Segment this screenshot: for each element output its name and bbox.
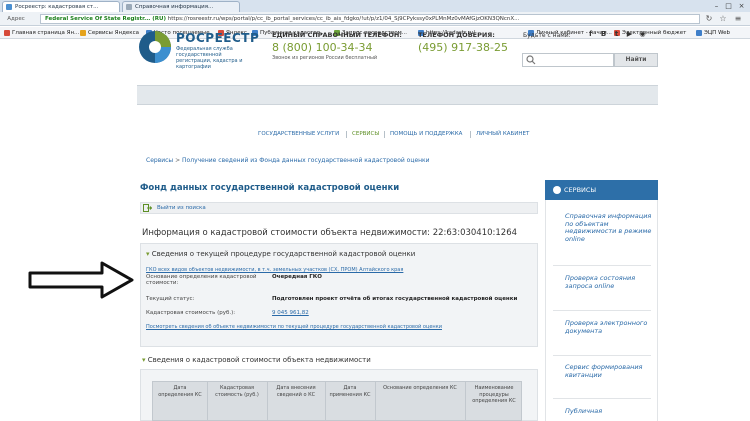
hotline-note: Звонок из регионов России бесплатный — [272, 55, 378, 61]
field-label-status: Текущий статус: — [146, 296, 195, 302]
browser-tab-2[interactable]: Справочная информация... — [122, 1, 240, 12]
arrow-annotation-icon — [28, 261, 134, 299]
vk-icon[interactable]: В — [599, 30, 608, 39]
hotline-number: 8 (800) 100-34-34 — [272, 41, 373, 54]
trust-phone-number: (495) 917-38-25 — [418, 41, 509, 54]
menu-icon[interactable]: ≡ — [733, 14, 743, 24]
collapse-icon: ▾ — [142, 356, 146, 364]
table-header-cell[interactable]: Наименование процедуры определения КС — [468, 385, 520, 405]
field-label-basis: Основание определения кадастровой стоимо… — [146, 274, 257, 286]
breadcrumb-root[interactable]: Сервисы — [146, 157, 173, 164]
table-header-cell[interactable]: Дата внесения сведений о КС — [270, 385, 322, 398]
sidebar-item-reference-info[interactable]: Справочная информация по объектам недвиж… — [565, 212, 653, 243]
nav-item-cabinet[interactable]: ЛИЧНЫЙ КАБИНЕТ — [476, 131, 529, 137]
nav-item-services[interactable]: СЕРВИСЫ — [352, 131, 379, 137]
browser-titlebar: Росреестр: кадастровая ст... Справочная … — [0, 0, 750, 12]
tab-title: Справочная информация... — [135, 4, 214, 10]
bookmark-item[interactable]: ЭЦП Web — [696, 29, 730, 37]
view-object-info-link[interactable]: Посмотреть сведения об объекте недвижимо… — [146, 324, 442, 330]
collapse-icon: ▾ — [146, 250, 150, 258]
table-header-cell[interactable]: Основание определения КС — [378, 385, 462, 392]
bookmark-icon — [4, 30, 10, 36]
rss-icon[interactable]: ◉ — [638, 30, 647, 39]
services-icon — [553, 186, 561, 194]
field-value-basis: Очередная ГКО — [272, 274, 322, 280]
nav-separator — [384, 131, 385, 138]
hotline-label: ЕДИНЫЙ СПРАВОЧНЫЙ ТЕЛЕФОН: — [272, 31, 402, 39]
nav-separator — [346, 131, 347, 138]
nav-item-gov-services[interactable]: ГОСУДАРСТВЕННЫЕ УСЛУГИ — [258, 131, 339, 137]
bookmark-item[interactable]: Сервисы Яндекса — [80, 29, 139, 37]
gko-link[interactable]: ГКО всех видов объектов недвижимости, в … — [146, 267, 403, 273]
table-header-cell[interactable]: Кадастровая стоимость (руб.) — [210, 385, 264, 398]
search-icon — [526, 55, 536, 65]
current-procedure-panel — [140, 243, 538, 347]
table-header-cell[interactable]: Дата применения КС — [328, 385, 372, 398]
exit-search-link[interactable]: Выйти из поиска — [140, 202, 538, 214]
url-site: Federal Service Of State Registr... (RU) — [45, 16, 167, 22]
page-title: Фонд данных государственной кадастровой … — [140, 183, 400, 193]
breadcrumb: Сервисы > Получение сведений из Фонда да… — [146, 157, 430, 164]
facebook-icon[interactable]: f — [586, 30, 595, 39]
rosreestr-logo-icon[interactable] — [138, 30, 172, 64]
nav-separator — [470, 131, 471, 138]
sidebar-divider — [553, 398, 651, 399]
trust-phone-label: ТЕЛЕФОН ДОВЕРИЯ: — [418, 31, 495, 39]
logo-subtitle: Федеральная служба государственной регис… — [176, 46, 243, 70]
cadastral-cost-value[interactable]: 9 045 961,82 — [272, 310, 309, 316]
youtube-icon[interactable]: ▶ — [625, 30, 634, 39]
breadcrumb-separator: > — [175, 157, 181, 164]
close-icon[interactable]: × — [737, 2, 746, 10]
url-text: https://rosreestr.ru/wps/portal/p/cc_ib_… — [167, 16, 520, 22]
sidebar-item-receipt[interactable]: Сервис формирования квитанции — [565, 363, 653, 379]
minimize-icon[interactable]: – — [712, 2, 721, 10]
tab-title: Росреестр: кадастровая ст... — [15, 4, 99, 10]
field-value-status: Подготовлен проект отчёта об итогах госу… — [272, 296, 518, 302]
info-title: Информация о кадастровой стоимости объек… — [142, 228, 518, 238]
table-col-separator — [465, 381, 466, 421]
sidebar-divider — [553, 265, 651, 266]
sidebar-item-check-request[interactable]: Проверка состояния запроса online — [565, 274, 653, 290]
section-cost-info-title[interactable]: ▾ Сведения о кадастровой стоимости объек… — [142, 356, 371, 364]
favicon-icon — [6, 4, 12, 10]
star-icon[interactable]: ☆ — [718, 14, 728, 24]
bookmark-item[interactable]: Главная страница Ян... — [4, 29, 79, 37]
table-col-separator — [207, 381, 208, 421]
main-nav — [137, 85, 658, 105]
sidebar-divider — [553, 310, 651, 311]
bookmark-icon — [80, 30, 86, 36]
sidebar-item-check-document[interactable]: Проверка электронного документа — [565, 319, 653, 335]
social-label: Будьте с нами: — [523, 32, 571, 39]
breadcrumb-current[interactable]: Получение сведений из Фонда данных госуд… — [182, 157, 430, 164]
url-input[interactable]: Federal Service Of State Registr... (RU)… — [40, 14, 700, 24]
bookmark-icon — [696, 30, 702, 36]
address-label: Адрес — [7, 16, 25, 22]
table-col-separator — [325, 381, 326, 421]
sidebar-divider — [553, 355, 651, 356]
section-current-procedure-title[interactable]: ▾ Сведения о текущей процедуре государст… — [146, 250, 415, 258]
logo-title[interactable]: РОСРЕЕСТР — [176, 31, 259, 45]
exit-icon — [143, 204, 152, 212]
field-label-cost: Кадастровая стоимость (руб.): — [146, 310, 236, 316]
twitter-icon[interactable]: t — [612, 30, 621, 39]
search-button[interactable]: Найти — [614, 53, 658, 67]
refresh-icon[interactable]: ↻ — [704, 14, 714, 24]
table-header-cell[interactable]: Дата определения КС — [156, 385, 204, 398]
favicon-icon — [126, 4, 132, 10]
sidebar-header[interactable]: СЕРВИСЫ — [545, 180, 658, 200]
sidebar-item-public-map[interactable]: Публичная — [565, 407, 653, 416]
address-bar: Адрес Federal Service Of State Registr..… — [0, 12, 750, 26]
maximize-icon[interactable]: □ — [724, 2, 733, 10]
table-col-separator — [375, 381, 376, 421]
nav-item-help[interactable]: ПОМОЩЬ И ПОДДЕРЖКА — [390, 131, 462, 137]
browser-tab-1[interactable]: Росреестр: кадастровая ст... — [2, 1, 120, 12]
table-col-separator — [267, 381, 268, 421]
